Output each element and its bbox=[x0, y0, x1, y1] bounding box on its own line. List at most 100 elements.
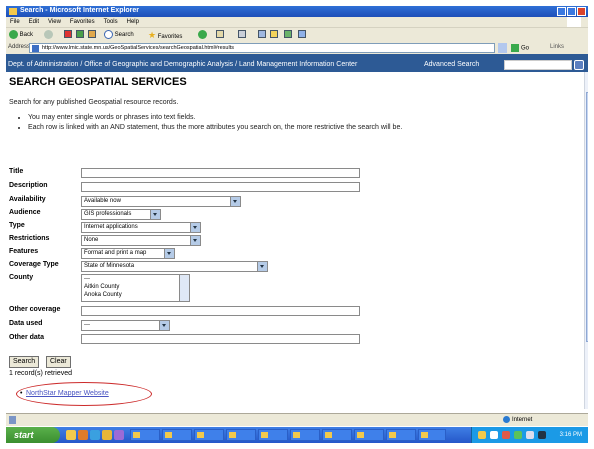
tray-icon[interactable] bbox=[538, 431, 546, 439]
taskbar-window-button[interactable] bbox=[194, 429, 224, 441]
description-field[interactable] bbox=[81, 182, 360, 192]
favorites-button[interactable]: ★ Favorites bbox=[148, 30, 182, 40]
advanced-search-go-button[interactable] bbox=[574, 60, 584, 70]
taskbar-window-button[interactable] bbox=[162, 429, 192, 441]
tray-icon[interactable] bbox=[526, 431, 534, 439]
page-content: Dept. of Administration / Office of Geog… bbox=[6, 54, 588, 411]
taskbar-window-button[interactable] bbox=[226, 429, 256, 441]
start-button[interactable]: start bbox=[6, 427, 60, 443]
vertical-scrollbar[interactable] bbox=[584, 72, 588, 409]
availability-select[interactable]: Available now bbox=[81, 196, 241, 207]
audience-select[interactable]: GIS professionals bbox=[81, 209, 161, 220]
other-coverage-field[interactable] bbox=[81, 306, 360, 316]
taskbar-window-button[interactable] bbox=[130, 429, 160, 441]
county-listbox[interactable]: --- Aitkin County Anoka County bbox=[81, 274, 190, 302]
site-nav-bar: Dept. of Administration / Office of Geog… bbox=[6, 58, 588, 72]
toolbar: Back Search ★ Favorites bbox=[6, 27, 588, 42]
breadcrumb[interactable]: Dept. of Administration / Office of Geog… bbox=[8, 58, 357, 72]
features-label: Features bbox=[9, 248, 39, 255]
clock: 3:16 PM bbox=[559, 432, 582, 438]
chevron-down-icon bbox=[230, 197, 240, 206]
advanced-search-input[interactable] bbox=[504, 60, 572, 70]
quicklaunch-icon[interactable] bbox=[66, 430, 76, 440]
minimize-button[interactable] bbox=[557, 7, 566, 16]
address-url: http://www.lmic.state.mn.us/GeoSpatialSe… bbox=[42, 45, 234, 51]
system-tray: 3:16 PM bbox=[471, 427, 588, 443]
restrictions-label: Restrictions bbox=[9, 235, 50, 242]
taskbar-window-button[interactable] bbox=[322, 429, 352, 441]
edit-icon bbox=[258, 30, 266, 39]
research-button[interactable] bbox=[298, 30, 306, 40]
taskbar-window-button[interactable] bbox=[386, 429, 416, 441]
messenger-button[interactable] bbox=[284, 30, 292, 40]
search-submit-button[interactable]: Search bbox=[9, 356, 40, 368]
chevron-down-icon bbox=[190, 236, 200, 245]
coverage-type-select[interactable]: State of Minnesota bbox=[81, 261, 268, 272]
security-zone: Internet bbox=[503, 416, 532, 423]
address-dropdown-button[interactable] bbox=[498, 43, 507, 53]
go-button[interactable]: Go bbox=[511, 44, 529, 52]
mail-button[interactable] bbox=[216, 30, 224, 40]
history-button[interactable] bbox=[198, 30, 207, 40]
tray-icon[interactable] bbox=[490, 431, 498, 439]
taskbar-window-button[interactable] bbox=[258, 429, 288, 441]
taskbar-window-button[interactable] bbox=[290, 429, 320, 441]
tray-icon[interactable] bbox=[514, 431, 522, 439]
stop-button[interactable] bbox=[64, 30, 72, 40]
features-select[interactable]: Format and print a map bbox=[81, 248, 175, 259]
menu-help[interactable]: Help bbox=[127, 19, 139, 25]
links-button[interactable]: Links bbox=[550, 44, 564, 50]
address-label: Address bbox=[8, 44, 31, 50]
type-label: Type bbox=[9, 222, 25, 229]
menu-view[interactable]: View bbox=[48, 19, 61, 25]
refresh-button[interactable] bbox=[76, 30, 84, 40]
go-arrow-icon bbox=[511, 44, 519, 52]
address-bar: Address http://www.lmic.state.mn.us/GeoS… bbox=[6, 42, 588, 54]
scrollbar-thumb[interactable] bbox=[586, 92, 588, 342]
mail-icon bbox=[216, 30, 224, 39]
menu-tools[interactable]: Tools bbox=[104, 19, 118, 25]
title-field[interactable] bbox=[81, 168, 360, 178]
restrictions-select[interactable]: None bbox=[81, 235, 201, 246]
menu-bar: File Edit View Favorites Tools Help bbox=[6, 17, 588, 27]
taskbar-window-button[interactable] bbox=[418, 429, 446, 441]
back-button[interactable]: Back bbox=[9, 30, 33, 40]
menu-file[interactable]: File bbox=[10, 19, 20, 25]
data-used-select[interactable]: --- bbox=[81, 320, 170, 331]
intro-text: Search for any published Geospatial reso… bbox=[9, 99, 179, 106]
forward-button[interactable] bbox=[44, 30, 53, 40]
results-count: 1 record(s) retrieved bbox=[9, 370, 73, 377]
menu-edit[interactable]: Edit bbox=[29, 19, 39, 25]
print-button[interactable] bbox=[238, 30, 246, 40]
advanced-search-link[interactable]: Advanced Search bbox=[424, 58, 479, 72]
type-select[interactable]: Internet applications bbox=[81, 222, 201, 233]
page-icon bbox=[32, 45, 39, 52]
home-button[interactable] bbox=[88, 30, 96, 40]
tray-icon[interactable] bbox=[478, 431, 486, 439]
history-icon bbox=[198, 30, 207, 39]
edit-button[interactable] bbox=[258, 30, 266, 40]
county-option[interactable]: --- bbox=[84, 275, 189, 283]
quicklaunch-icon[interactable] bbox=[102, 430, 112, 440]
address-input[interactable]: http://www.lmic.state.mn.us/GeoSpatialSe… bbox=[29, 43, 495, 53]
close-button[interactable] bbox=[577, 7, 586, 16]
availability-label: Availability bbox=[9, 196, 46, 203]
discuss-button[interactable] bbox=[270, 30, 278, 40]
quicklaunch-icon[interactable] bbox=[78, 430, 88, 440]
maximize-button[interactable] bbox=[567, 7, 576, 16]
taskbar-window-button[interactable] bbox=[354, 429, 384, 441]
quicklaunch-icon[interactable] bbox=[114, 430, 124, 440]
listbox-scrollbar[interactable] bbox=[179, 275, 189, 301]
county-option[interactable]: Anoka County bbox=[84, 291, 189, 299]
title-label: Title bbox=[9, 168, 24, 175]
search-button[interactable]: Search bbox=[104, 30, 134, 40]
menu-favorites[interactable]: Favorites bbox=[70, 19, 95, 25]
other-data-field[interactable] bbox=[81, 334, 360, 344]
star-icon: ★ bbox=[148, 30, 157, 40]
clear-button[interactable]: Clear bbox=[46, 356, 71, 368]
messenger-icon bbox=[284, 30, 292, 39]
tray-icon[interactable] bbox=[502, 431, 510, 439]
quicklaunch-icon[interactable] bbox=[90, 430, 100, 440]
county-option[interactable]: Aitkin County bbox=[84, 283, 189, 291]
page-status-icon bbox=[9, 416, 16, 424]
